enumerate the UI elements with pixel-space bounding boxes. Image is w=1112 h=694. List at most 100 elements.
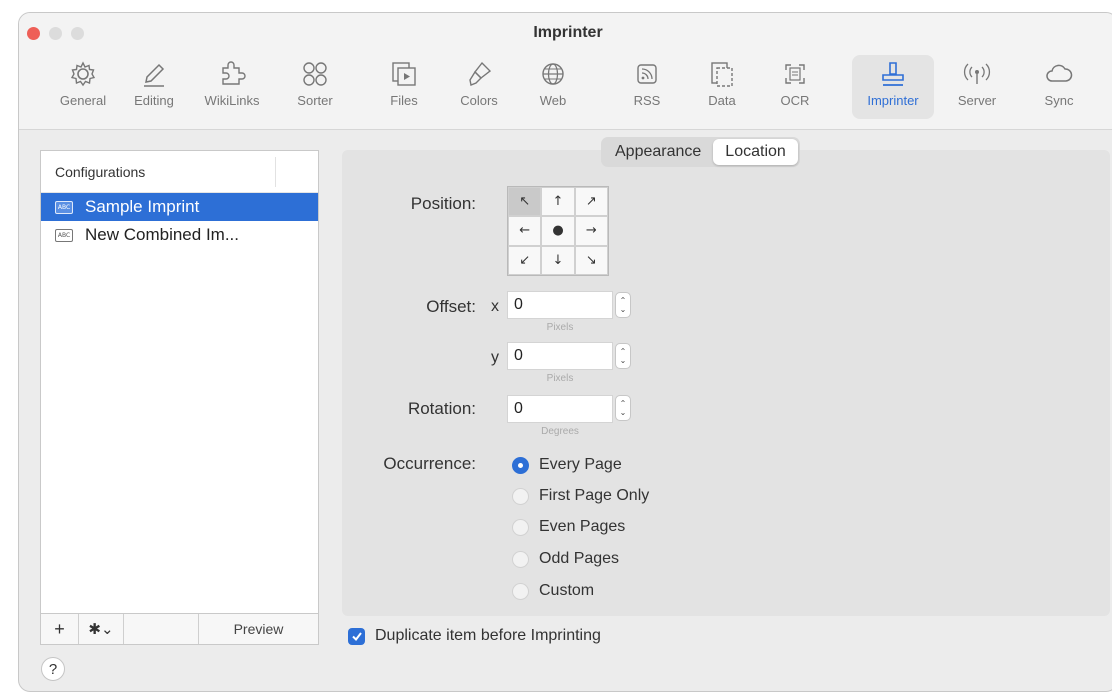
configurations-footer: + ✱⌄ Preview (40, 613, 319, 645)
preferences-window: Imprinter General Editing WikiLinks Sort… (18, 12, 1112, 692)
tab-files[interactable]: Files (372, 55, 436, 119)
tab-imprinter[interactable]: Imprinter (852, 55, 934, 119)
stepper-up-icon[interactable]: ⌃ (620, 296, 627, 305)
occurrence-first-page-only[interactable]: First Page Only (512, 487, 649, 505)
list-item-new-combined[interactable]: ABC New Combined Im... (41, 221, 318, 249)
gear-menu-button[interactable]: ✱⌄ (79, 614, 124, 644)
appearance-location-switch: Appearance Location (601, 137, 800, 167)
ocr-icon (785, 64, 805, 84)
position-top-left[interactable]: ↖ (508, 187, 542, 217)
list-item-sample-imprint[interactable]: ABC Sample Imprint (41, 193, 318, 221)
radio-label: Odd Pages (539, 550, 620, 567)
radio-button[interactable] (512, 550, 529, 568)
segment-location[interactable]: Location (713, 139, 798, 165)
rotation-stepper[interactable]: ⌃ ⌄ (615, 395, 631, 421)
tab-label: Web (539, 93, 567, 108)
offset-y-stepper[interactable]: ⌃ ⌄ (615, 343, 631, 369)
pencil-icon (144, 63, 165, 87)
cloud-icon (1046, 64, 1073, 82)
position-top-right[interactable]: ↗ (574, 187, 608, 217)
occurrence-label: Occurrence: (383, 454, 476, 473)
offset-x-stepper[interactable]: ⌃ ⌄ (615, 292, 631, 318)
checkmark-icon (351, 632, 362, 642)
offset-x-field[interactable]: 0 (507, 291, 613, 319)
stepper-down-icon[interactable]: ⌄ (620, 408, 627, 417)
gear-icon (70, 61, 96, 87)
text-document-icon: ABC (55, 200, 73, 214)
radio-button[interactable] (512, 582, 529, 600)
data-icon (711, 62, 733, 87)
radio-label: Every Page (539, 456, 622, 473)
tab-sorter[interactable]: Sorter (283, 55, 347, 119)
rotation-field[interactable]: 0 (507, 395, 613, 423)
tab-label: Files (390, 93, 418, 108)
occurrence-even-pages[interactable]: Even Pages (512, 518, 625, 536)
rss-icon (637, 64, 657, 84)
offset-y-field[interactable]: 0 (507, 342, 613, 370)
tab-editing[interactable]: Editing (122, 55, 186, 119)
antenna-icon (963, 63, 991, 84)
tab-sync[interactable]: Sync (1031, 55, 1087, 119)
tab-label: Colors (460, 93, 498, 108)
duplicate-checkbox[interactable] (348, 627, 365, 645)
list-item-label: New Combined Im... (85, 225, 239, 244)
files-icon (392, 62, 416, 86)
tab-ocr[interactable]: OCR (767, 55, 823, 119)
tab-label: Server (957, 93, 997, 108)
puzzle-icon (222, 61, 246, 85)
stepper-up-icon[interactable]: ⌃ (620, 399, 627, 408)
tab-web[interactable]: Web (525, 55, 581, 119)
position-bottom-left[interactable]: ↙ (508, 245, 542, 275)
position-left[interactable]: ← (508, 216, 542, 246)
tab-colors[interactable]: Colors (447, 55, 511, 119)
paintbrush-icon (469, 61, 492, 86)
tab-label: WikiLinks (204, 93, 260, 108)
list-item-label: Sample Imprint (85, 197, 200, 216)
offset-y-unit: Pixels (546, 373, 574, 384)
position-right[interactable]: → (574, 216, 608, 246)
tab-server[interactable]: Server (949, 55, 1005, 119)
radio-label: Even Pages (539, 518, 626, 535)
tab-general[interactable]: General (51, 55, 115, 119)
position-grid: ↖ ↑ ↗ ← ● → ↙ ↓ ↘ (507, 186, 609, 276)
text-document-icon: ABC (55, 228, 73, 242)
configurations-header: Configurations (41, 151, 318, 193)
occurrence-custom[interactable]: Custom (512, 582, 594, 600)
offset-x-label: x (491, 298, 499, 315)
tab-data[interactable]: Data (694, 55, 750, 119)
stepper-down-icon[interactable]: ⌄ (620, 356, 627, 365)
radio-button[interactable] (512, 456, 529, 474)
position-bottom[interactable]: ↓ (541, 245, 575, 275)
circles-icon (303, 62, 327, 86)
position-center[interactable]: ● (541, 216, 575, 246)
configurations-header-label: Configurations (55, 163, 146, 180)
rotation-label: Rotation: (407, 399, 476, 418)
occurrence-every-page[interactable]: Every Page (512, 456, 622, 474)
duplicate-checkbox-row[interactable]: Duplicate item before Imprinting (348, 627, 601, 645)
location-panel (342, 150, 1110, 616)
add-configuration-button[interactable]: + (41, 614, 79, 644)
radio-button[interactable] (512, 487, 529, 505)
header-divider (275, 157, 276, 187)
tab-label: Imprinter (867, 93, 919, 108)
radio-label: Custom (539, 582, 595, 599)
toolbar: Imprinter General Editing WikiLinks Sort… (19, 13, 1112, 130)
tab-label: Sorter (297, 93, 333, 108)
stepper-down-icon[interactable]: ⌄ (620, 305, 627, 314)
segment-appearance[interactable]: Appearance (603, 139, 713, 165)
footer-spacer (124, 614, 199, 644)
position-top[interactable]: ↑ (541, 187, 575, 217)
tab-label: RSS (633, 93, 661, 108)
tab-wikilinks[interactable]: WikiLinks (191, 55, 273, 119)
help-button[interactable]: ? (41, 657, 65, 681)
position-label: Position: (410, 194, 476, 213)
preview-button[interactable]: Preview (199, 614, 318, 644)
tab-label: Editing (134, 93, 174, 108)
stepper-up-icon[interactable]: ⌃ (620, 347, 627, 356)
tab-label: Sync (1044, 93, 1074, 108)
occurrence-odd-pages[interactable]: Odd Pages (512, 550, 619, 568)
position-bottom-right[interactable]: ↘ (574, 245, 608, 275)
radio-button[interactable] (512, 518, 529, 536)
configurations-list: Configurations ABC Sample Imprint ABC Ne… (40, 150, 319, 645)
tab-rss[interactable]: RSS (619, 55, 675, 119)
